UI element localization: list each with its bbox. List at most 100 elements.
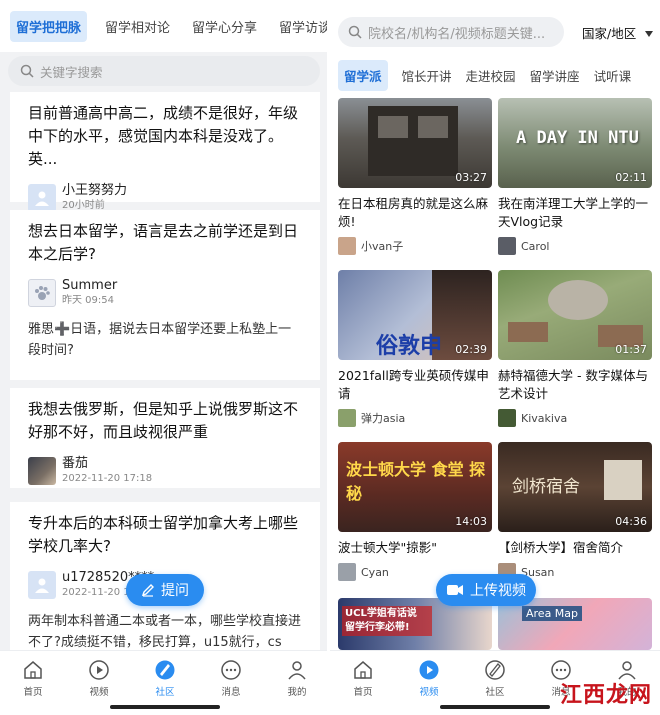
avatar [498,409,516,427]
community-tab-bar: 留学把把脉 留学相对论 留学心分享 留学访谈 [0,0,327,52]
avatar [28,278,56,307]
search-icon [20,64,34,78]
video-card[interactable]: 03:27 在日本租房真的就是这么麻烦! 小van子 [338,98,492,255]
video-thumbnail: 俗敦申 02:39 [338,270,492,360]
video-author: Carol [498,237,652,255]
post-title: 我想去俄罗斯，但是知乎上说俄罗斯这不好那不好，而且歧视很严重 [28,400,299,441]
video-duration: 14:03 [455,515,487,528]
keyword-search-input[interactable]: 关键字搜索 [8,56,320,86]
video-thumbnail: A DAY IN NTU 02:11 [498,98,652,188]
tab-study-group[interactable]: 留学派 [338,59,388,91]
site-watermark: 江西龙网 [559,682,652,708]
avatar [338,563,356,581]
author-name: Kivakiva [521,411,568,425]
post-author: 小王努努力 20小时前 [28,183,304,212]
post-card[interactable]: 目前普通高中高二，成绩不是很好，年级中下的水平，感觉国内本科是没戏了。英... … [10,92,320,212]
video-duration: 01:37 [615,343,647,356]
post-card[interactable]: 想去日本留学，语言是去之前学还是到日本之后学? Summer 昨天 09:54 … [10,210,320,380]
ask-question-label: 提问 [161,583,189,599]
nav-profile[interactable]: 我的 [264,651,327,715]
video-card[interactable]: A DAY IN NTU 02:11 我在南洋理工大学上学的一天Vlog记录 C… [498,98,652,255]
video-card[interactable]: 剑桥宿舍 04:36 【剑桥大学】宿舍简介 Susan [498,442,652,581]
tab-study-sharing[interactable]: 留学心分享 [188,11,261,42]
post-title: 专升本后的本科硕士留学加拿大考上哪些学校几率大? [28,514,299,555]
nav-video-label: 视频 [89,687,109,698]
search-icon [348,25,362,39]
chat-icon [221,660,241,680]
post-time: 昨天 09:54 [62,295,114,306]
nav-community-label: 社区 [485,687,505,698]
video-card[interactable]: 波士顿大学 食堂 探秘 14:03 波士顿大学"掠影" Cyan [338,442,492,581]
avatar [338,409,356,427]
country-filter-dropdown[interactable]: 国家/地区 [582,23,654,42]
video-card[interactable]: 01:37 赫特福德大学 - 数字媒体与艺术设计 Kivakiva [498,270,652,427]
app-root: 留学把把脉 留学相对论 留学心分享 留学访谈 关键字搜索 目前普通高中高二，成绩… [0,0,660,715]
video-search-input[interactable]: 院校名/机构名/视频标题关键... [338,17,564,47]
thumbnail-overlay-text: Area Map [522,606,583,621]
country-filter-label: 国家/地区 [582,26,637,41]
tab-lectures[interactable]: 留学讲座 [530,66,580,85]
video-title: 赫特福德大学 - 数字媒体与艺术设计 [498,368,648,401]
video-card[interactable]: 俗敦申 02:39 2021fall跨专业英硕传媒申请 弹力asia [338,270,492,427]
tab-curator-talk[interactable]: 馆长开讲 [402,66,452,85]
author-name: Cyan [361,565,389,579]
user-icon [35,191,49,206]
tab-trial-class[interactable]: 试听课 [594,66,632,85]
video-author: Kivakiva [498,409,652,427]
tab-campus-tour[interactable]: 走进校园 [466,66,516,85]
video-title: 在日本租房真的就是这么麻烦! [338,196,489,229]
author-name: Summer [62,278,118,293]
video-thumbnail: 03:27 [338,98,492,188]
nav-profile-label: 我的 [287,687,307,698]
video-duration: 03:27 [455,171,487,184]
post-author: Summer 昨天 09:54 [28,278,304,307]
user-icon [35,578,49,593]
post-card[interactable]: 我想去俄罗斯，但是知乎上说俄罗斯这不好那不好，而且歧视很严重 番茄 2022-1… [10,388,320,488]
edit-icon [141,584,154,597]
video-camera-icon [447,585,463,595]
video-duration: 02:11 [615,171,647,184]
avatar [28,570,56,599]
author-name: 小王努努力 [62,183,128,198]
paw-icon [35,285,50,300]
home-indicator [440,705,550,709]
tab-study-relativity[interactable]: 留学相对论 [101,11,174,42]
nav-home[interactable]: 首页 [0,651,66,715]
video-author: 小van子 [338,237,492,255]
play-circle-icon [89,660,109,680]
thumbnail-overlay-text: UCL学姐有话说 留学行李必带! [342,606,432,636]
nav-home[interactable]: 首页 [330,651,396,715]
thumbnail-overlay-text: 波士顿大学 食堂 探秘 [346,460,486,503]
post-title: 想去日本留学，语言是去之前学还是到日本之后学? [28,222,299,263]
avatar [28,456,56,485]
author-name: 弹力asia [361,412,406,425]
upload-video-button[interactable]: 上传视频 [436,574,536,606]
thumbnail-overlay-text: 剑桥宿舍 [512,477,580,497]
nav-messages-label: 消息 [221,687,241,698]
home-indicator [110,705,220,709]
author-name: 小van子 [361,240,404,253]
video-thumbnail: 剑桥宿舍 04:36 [498,442,652,532]
avatar [338,237,356,255]
post-title: 目前普通高中高二，成绩不是很好，年级中下的水平，感觉国内本科是没戏了。英... [28,104,299,168]
video-title: 【剑桥大学】宿舍简介 [498,540,624,555]
home-icon [354,661,372,679]
nav-home-label: 首页 [353,687,373,698]
post-author: 番茄 2022-11-20 17:18 [28,456,304,485]
avatar [28,183,56,212]
post-time: 2022-11-20 17:18 [62,473,153,484]
author-name: Carol [521,239,550,253]
author-name: 番茄 [62,456,89,471]
video-duration: 02:39 [455,343,487,356]
video-author: 弹力asia [338,409,492,427]
tab-study-interview[interactable]: 留学访谈 [275,11,327,42]
community-icon [155,660,175,680]
community-icon [485,660,505,680]
video-category-tabs: 留学派 馆长开讲 走进校园 留学讲座 试听课 [338,59,660,91]
profile-icon [288,661,306,680]
ask-question-button[interactable]: 提问 [126,574,204,606]
search-placeholder: 院校名/机构名/视频标题关键... [368,26,546,42]
tab-study-diagnosis[interactable]: 留学把把脉 [10,10,88,42]
nav-video-label: 视频 [419,687,439,698]
video-title: 2021fall跨专业英硕传媒申请 [338,368,489,401]
